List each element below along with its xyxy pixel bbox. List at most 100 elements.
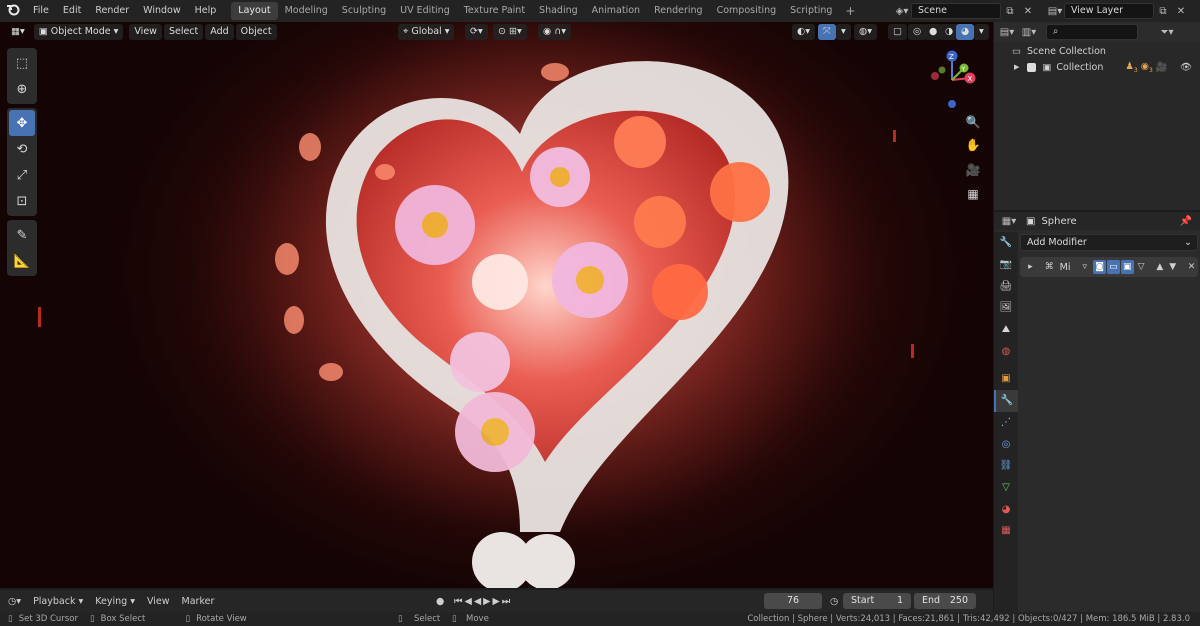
modifier-tab-icon[interactable]: 🔧: [994, 389, 1018, 412]
visibility-icon[interactable]: ◐▾: [792, 24, 816, 40]
tab-modeling[interactable]: Modeling: [278, 2, 335, 20]
add-modifier-dropdown[interactable]: Add Modifier ⌄: [1020, 234, 1198, 251]
xray-icon[interactable]: ▢: [888, 24, 907, 40]
tab-layout[interactable]: Layout: [231, 2, 278, 20]
rotate-icon[interactable]: ⟲: [9, 136, 35, 162]
eye-icon[interactable]: 👁: [1180, 62, 1192, 73]
end-frame-field[interactable]: End 250: [914, 593, 976, 609]
particles-tab-icon[interactable]: ⋰: [994, 412, 1018, 434]
add-workspace-button[interactable]: +: [839, 4, 861, 18]
snap-icon[interactable]: ⊙ ⊞▾: [493, 24, 527, 40]
menu-marker[interactable]: Marker: [176, 596, 221, 607]
data-tab-icon[interactable]: ▽: [994, 477, 1018, 499]
tab-sculpting[interactable]: Sculpting: [335, 2, 393, 20]
filter-icon[interactable]: ⏷▾: [1154, 24, 1180, 40]
tool-tab-icon[interactable]: 🔧: [994, 232, 1018, 254]
tab-scripting[interactable]: Scripting: [783, 2, 839, 20]
tab-texture-paint[interactable]: Texture Paint: [457, 2, 532, 20]
display-mode-icon[interactable]: ▥▾: [1020, 24, 1038, 40]
menu-add[interactable]: Add: [205, 24, 234, 40]
exclude-checkbox[interactable]: [1027, 62, 1037, 72]
remove-modifier-icon[interactable]: ✕: [1185, 260, 1198, 274]
tab-uv-editing[interactable]: UV Editing: [393, 2, 457, 20]
editor-type-icon[interactable]: ▦▾: [6, 24, 30, 40]
gizmo-toggle-icon[interactable]: ⤧: [818, 24, 836, 40]
gizmo-dropdown-icon[interactable]: ▾: [836, 24, 851, 40]
menu-render[interactable]: Render: [88, 0, 136, 22]
menu-view[interactable]: View: [129, 24, 162, 40]
playback-controls[interactable]: ⏮◀◀▶▶⏭: [448, 596, 518, 607]
outliner-scene-collection[interactable]: ▭ Scene Collection: [994, 43, 1200, 59]
menu-object[interactable]: Object: [235, 24, 277, 40]
scene-tab-icon[interactable]: ⛰: [994, 319, 1018, 341]
output-tab-icon[interactable]: 🖨: [994, 275, 1018, 297]
render-tab-icon[interactable]: 📷: [994, 254, 1018, 276]
tab-shading[interactable]: Shading: [532, 2, 585, 20]
texture-tab-icon[interactable]: ▦: [994, 520, 1018, 542]
tab-rendering[interactable]: Rendering: [647, 2, 710, 20]
menu-help[interactable]: Help: [188, 0, 224, 22]
tab-animation[interactable]: Animation: [585, 2, 647, 20]
constraints-tab-icon[interactable]: ⛓: [994, 455, 1018, 477]
world-tab-icon[interactable]: ◍: [994, 340, 1018, 362]
proportional-edit-icon[interactable]: ◉ ∩▾: [538, 24, 572, 40]
scene-copy-icon[interactable]: ⧉: [1001, 3, 1019, 19]
view-layer-delete-icon[interactable]: ✕: [1172, 3, 1190, 19]
menu-timeline-view[interactable]: View: [141, 596, 176, 607]
physics-tab-icon[interactable]: ◎: [994, 433, 1018, 455]
view-layer-field[interactable]: View Layer: [1064, 3, 1154, 19]
clock-icon[interactable]: ◷: [824, 596, 844, 607]
camera-view-icon[interactable]: 🎥: [963, 160, 983, 180]
menu-select[interactable]: Select: [163, 24, 204, 40]
annotate-icon[interactable]: ✎: [9, 222, 35, 248]
menu-window[interactable]: Window: [136, 0, 187, 22]
modifier-expand-icon[interactable]: ▸: [1024, 260, 1037, 274]
cage-toggle-icon[interactable]: ▽: [1135, 260, 1148, 274]
rendered-shading-icon[interactable]: ◕: [956, 24, 975, 40]
move-up-icon[interactable]: ▲: [1153, 260, 1166, 274]
menu-keying[interactable]: Keying ▾: [89, 596, 141, 607]
outliner-editor-icon[interactable]: ▤▾: [998, 24, 1016, 40]
view-layer-tab-icon[interactable]: 🖼: [994, 297, 1018, 319]
start-frame-field[interactable]: Start 1: [843, 593, 911, 609]
menu-playback[interactable]: Playback ▾: [27, 596, 89, 607]
shading-options-icon[interactable]: ▾: [974, 24, 989, 40]
blender-logo-icon[interactable]: [0, 2, 26, 20]
orientation-dropdown[interactable]: ⌖ Global ▾: [398, 24, 455, 40]
editmode-toggle-icon[interactable]: ▣: [1120, 260, 1134, 274]
outliner-search-input[interactable]: ⌕: [1046, 24, 1138, 40]
modifier-name-field[interactable]: Mi: [1060, 262, 1075, 273]
3d-viewport[interactable]: ▦▾ ▣ Object Mode ▾ View Select Add Objec…: [0, 22, 993, 588]
move-down-icon[interactable]: ▼: [1166, 260, 1179, 274]
zoom-icon[interactable]: 🔍: [963, 112, 983, 132]
render-toggle-icon[interactable]: ◙: [1093, 260, 1106, 274]
cursor-icon[interactable]: ⊕: [9, 76, 35, 102]
scene-name-field[interactable]: Scene: [911, 3, 1001, 19]
timeline-editor-icon[interactable]: ◷▾: [0, 596, 27, 607]
mode-selector[interactable]: ▣ Object Mode ▾: [33, 24, 124, 40]
view-layer-copy-icon[interactable]: ⧉: [1154, 3, 1172, 19]
properties-editor-icon[interactable]: ▦▾: [1000, 213, 1018, 229]
pan-hand-icon[interactable]: ✋: [963, 135, 983, 155]
material-tab-icon[interactable]: ◕: [994, 498, 1018, 520]
scene-browse-icon[interactable]: ◈▾: [893, 3, 911, 19]
pivot-icon[interactable]: ⟳▾: [465, 24, 488, 40]
view-layer-browse-icon[interactable]: ▤▾: [1046, 3, 1064, 19]
menu-edit[interactable]: Edit: [56, 0, 88, 22]
viewport-toggle-icon[interactable]: ▭: [1106, 260, 1120, 274]
ortho-grid-icon[interactable]: ▦: [963, 184, 983, 204]
overlay-icon[interactable]: ◍▾: [854, 24, 878, 40]
expand-arrow-icon[interactable]: ▶: [1014, 63, 1019, 71]
scene-delete-icon[interactable]: ✕: [1019, 3, 1037, 19]
measure-icon[interactable]: 📐: [9, 248, 35, 274]
tab-compositing[interactable]: Compositing: [710, 2, 784, 20]
object-tab-icon[interactable]: ▣: [994, 368, 1018, 390]
scale-icon[interactable]: ⤢: [9, 162, 35, 188]
move-icon[interactable]: ✥: [9, 110, 35, 136]
outliner-collection-row[interactable]: ▶ ▣ Collection ♟3 ◉3 🎥 👁: [994, 59, 1200, 75]
transform-icon[interactable]: ⊡: [9, 188, 35, 214]
current-frame-field[interactable]: 76: [764, 593, 822, 609]
menu-file[interactable]: File: [26, 0, 56, 22]
select-box-icon[interactable]: ⬚: [9, 50, 35, 76]
pin-icon[interactable]: 📌: [1180, 216, 1192, 227]
